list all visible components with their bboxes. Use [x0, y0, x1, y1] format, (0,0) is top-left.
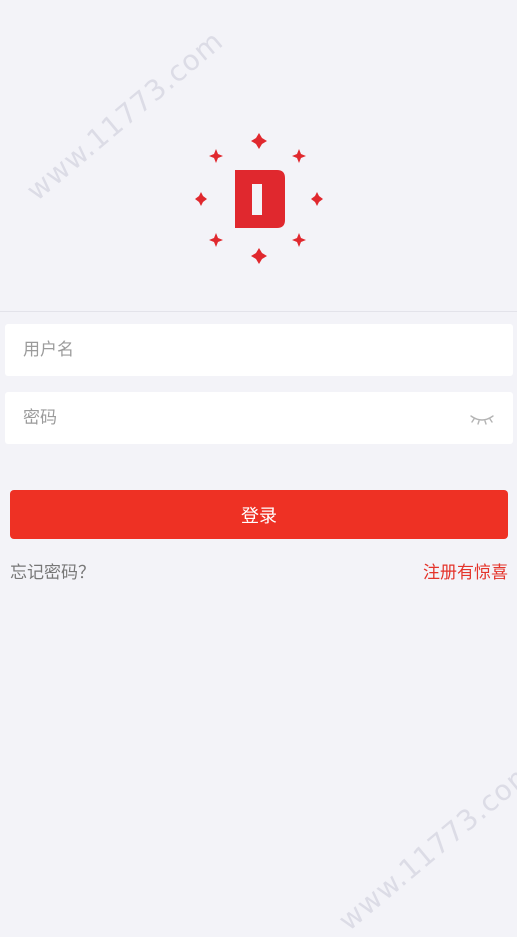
- forgot-password-link[interactable]: 忘记密码？: [10, 558, 95, 583]
- username-input[interactable]: [5, 324, 513, 376]
- password-field: [5, 392, 513, 444]
- header-divider: [0, 311, 517, 312]
- username-field: [5, 324, 513, 376]
- login-button[interactable]: 登录: [10, 490, 508, 539]
- watermark-bottom: www.11773.com: [332, 753, 517, 937]
- eye-closed-icon[interactable]: [469, 408, 495, 428]
- register-link[interactable]: 注册有惊喜: [423, 558, 508, 583]
- password-input[interactable]: [5, 392, 513, 444]
- app-logo-icon: [192, 128, 326, 264]
